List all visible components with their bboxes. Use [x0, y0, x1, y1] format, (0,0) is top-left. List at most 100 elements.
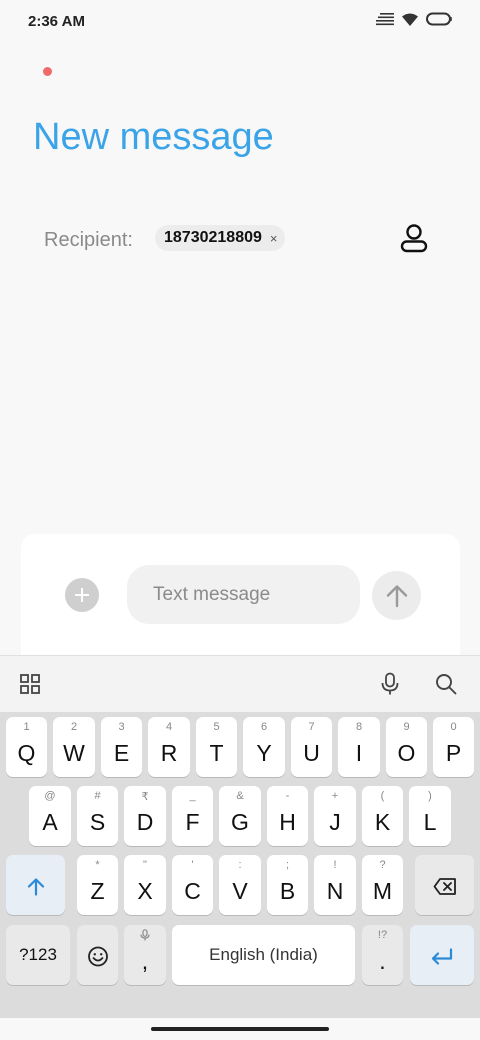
key-s[interactable]: # S [77, 786, 118, 846]
key-label: R [160, 740, 178, 766]
add-attachment-button[interactable] [65, 578, 99, 612]
key-e[interactable]: 3E [101, 717, 142, 777]
key-hint: ! [333, 859, 337, 871]
key-w[interactable]: 2W [53, 717, 95, 777]
key-q[interactable]: 1Q [6, 717, 47, 777]
period-key[interactable]: !? . [362, 925, 403, 985]
key-y[interactable]: 6Y [243, 717, 285, 777]
key-label: , [141, 948, 149, 974]
recipient-row: Recipient: 18730218809 × [44, 222, 444, 258]
recipient-chip-number: 18730218809 [164, 229, 262, 246]
key-hint: 0 [450, 721, 457, 733]
key-label: M [372, 878, 393, 904]
key-label: Q [17, 740, 36, 766]
key-label: X [137, 878, 153, 904]
key-g[interactable]: & G [219, 786, 261, 846]
status-icons [376, 12, 452, 26]
key-label: K [374, 809, 391, 835]
signal-icon [376, 13, 394, 26]
key-label: P [445, 740, 462, 766]
enter-key[interactable] [410, 925, 474, 985]
backspace-key[interactable] [415, 855, 474, 915]
comma-key[interactable]: , [124, 925, 166, 985]
shift-key[interactable] [6, 855, 65, 915]
key-o[interactable]: 9O [386, 717, 427, 777]
key-hint: 9 [403, 721, 410, 733]
wifi-icon [402, 13, 418, 26]
key-hint: ) [428, 790, 432, 802]
key-p[interactable]: 0P [433, 717, 474, 777]
recipient-chip[interactable]: 18730218809 × [155, 225, 286, 251]
key-hint: 5 [213, 721, 220, 733]
key-v[interactable]: :V [219, 855, 261, 915]
key-label: ?123 [19, 945, 57, 964]
home-indicator[interactable] [151, 1027, 329, 1031]
key-h[interactable]: -H [267, 786, 308, 846]
apps-grid-icon[interactable] [15, 669, 45, 699]
key-hint: 3 [118, 721, 125, 733]
key-hint: * [95, 859, 100, 871]
key-b[interactable]: ; B [267, 855, 308, 915]
key-a[interactable]: @ A [29, 786, 71, 846]
key-t[interactable]: 5T [196, 717, 237, 777]
battery-icon [426, 12, 452, 26]
key-hint: @ [44, 790, 56, 802]
key-label: G [231, 809, 249, 835]
arrow-up-icon [386, 584, 407, 607]
key-k[interactable]: (K [362, 786, 403, 846]
key-hint: ( [380, 790, 385, 802]
key-label: S [89, 809, 106, 835]
search-icon[interactable] [431, 669, 461, 699]
shift-arrow-icon [6, 872, 65, 899]
key-i[interactable]: 8I [338, 717, 380, 777]
key-label: Y [256, 740, 272, 766]
page-title: New message [33, 116, 274, 158]
symbols-key[interactable]: ?123 [6, 925, 70, 985]
key-r[interactable]: 4R [148, 717, 190, 777]
key-hint: !? [377, 929, 388, 941]
key-hint: ; [285, 859, 290, 871]
notification-dot [43, 67, 52, 76]
person-icon [400, 224, 428, 253]
space-key[interactable]: English (India) [172, 925, 355, 985]
space-label: English (India) [209, 945, 318, 964]
status-bar: 2:36 AM [0, 0, 480, 44]
key-n[interactable]: ! N [314, 855, 356, 915]
key-label: Z [90, 878, 105, 904]
key-f[interactable]: _ F [172, 786, 213, 846]
key-l[interactable]: ) L [409, 786, 451, 846]
key-label: U [303, 740, 320, 766]
key-hint: + [331, 790, 339, 802]
recipient-label: Recipient: [44, 229, 133, 251]
keyboard-toolbar [0, 655, 480, 712]
status-time: 2:36 AM [28, 13, 85, 30]
key-j[interactable]: + J [314, 786, 356, 846]
message-input[interactable] [127, 565, 360, 624]
key-label: O [397, 740, 416, 766]
chip-remove-icon[interactable]: × [270, 232, 278, 245]
key-x[interactable]: " X [124, 855, 166, 915]
key-hint: ? [379, 859, 386, 871]
emoji-key[interactable] [77, 925, 118, 985]
plus-icon [75, 588, 89, 602]
key-c[interactable]: ' C [172, 855, 213, 915]
microphone-icon[interactable] [375, 669, 405, 699]
key-label: F [185, 809, 200, 835]
key-label: V [232, 878, 248, 904]
key-m[interactable]: ? M [362, 855, 403, 915]
enter-icon [410, 942, 474, 969]
send-button[interactable] [372, 571, 421, 620]
key-z[interactable]: * Z [77, 855, 118, 915]
key-label: A [42, 809, 58, 835]
emoji-icon [77, 942, 118, 969]
key-hint: 8 [355, 721, 363, 733]
key-label: C [184, 878, 201, 904]
key-label: N [326, 878, 344, 904]
contacts-button[interactable] [396, 220, 432, 256]
key-hint: 2 [70, 721, 78, 733]
key-hint: 1 [23, 721, 30, 733]
key-hint: ₹ [141, 791, 149, 803]
key-u[interactable]: 7U [291, 717, 332, 777]
backspace-icon [415, 872, 474, 899]
key-d[interactable]: ₹ D [124, 786, 166, 846]
